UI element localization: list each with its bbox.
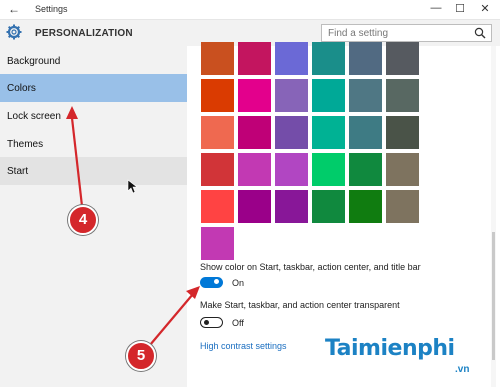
show-color-label: Show color on Start, taskbar, action cen… xyxy=(200,262,421,272)
color-swatch[interactable] xyxy=(312,190,345,223)
maximize-button[interactable]: ☐ xyxy=(452,2,468,15)
transparent-label: Make Start, taskbar, and action center t… xyxy=(200,300,400,310)
color-swatch[interactable] xyxy=(201,153,234,186)
watermark-logo: Taimienphi xyxy=(325,336,455,361)
title-bar: ← Settings — ☐ ✕ xyxy=(0,0,500,20)
color-swatch[interactable] xyxy=(275,190,308,223)
color-swatch[interactable] xyxy=(312,79,345,112)
search-placeholder: Find a setting xyxy=(328,28,389,39)
transparent-state: Off xyxy=(232,318,244,328)
sidebar-item-label: Start xyxy=(7,166,29,177)
sidebar-item-start[interactable]: Start xyxy=(0,157,187,185)
color-swatch[interactable] xyxy=(275,79,308,112)
color-swatch[interactable] xyxy=(349,190,382,223)
color-swatch[interactable] xyxy=(349,42,382,75)
search-icon xyxy=(474,27,486,39)
color-swatch[interactable] xyxy=(386,153,419,186)
sidebar-item-label: Themes xyxy=(7,139,44,150)
close-button[interactable]: ✕ xyxy=(477,2,493,15)
color-swatch[interactable] xyxy=(238,153,271,186)
color-swatch[interactable] xyxy=(312,42,345,75)
show-color-state: On xyxy=(232,278,245,288)
color-swatch[interactable] xyxy=(238,116,271,149)
page-title: PERSONALIZATION xyxy=(35,28,133,39)
color-swatch[interactable] xyxy=(386,42,419,75)
sidebar-item-colors[interactable]: Colors xyxy=(0,74,187,102)
transparent-toggle[interactable] xyxy=(200,317,223,328)
back-arrow-icon[interactable]: ← xyxy=(8,2,20,16)
color-swatch[interactable] xyxy=(201,190,234,223)
color-swatch[interactable] xyxy=(386,116,419,149)
window-title: Settings xyxy=(35,4,68,14)
color-swatch[interactable] xyxy=(238,79,271,112)
color-swatch[interactable] xyxy=(201,42,234,75)
color-swatch[interactable] xyxy=(386,79,419,112)
color-swatch[interactable] xyxy=(201,227,234,260)
annotation-badge-5: 5 xyxy=(126,341,156,371)
show-color-toggle[interactable] xyxy=(200,277,223,288)
annotation-badge-4: 4 xyxy=(68,205,98,235)
color-swatch[interactable] xyxy=(275,42,308,75)
color-swatch[interactable] xyxy=(349,116,382,149)
gear-icon xyxy=(6,24,22,40)
color-swatch[interactable] xyxy=(275,153,308,186)
color-swatch[interactable] xyxy=(312,116,345,149)
toggle-knob xyxy=(214,279,219,284)
color-swatch[interactable] xyxy=(238,42,271,75)
search-input[interactable]: Find a setting xyxy=(321,24,492,42)
color-swatch[interactable] xyxy=(275,116,308,149)
sidebar-item-lock-screen[interactable]: Lock screen xyxy=(0,102,187,130)
toggle-knob xyxy=(204,319,209,325)
sidebar-item-label: Background xyxy=(7,56,61,67)
watermark-suffix: .vn xyxy=(455,364,470,375)
sidebar-item-background[interactable]: Background xyxy=(0,47,187,75)
color-swatch[interactable] xyxy=(312,153,345,186)
scrollbar-thumb[interactable] xyxy=(492,232,495,360)
high-contrast-link[interactable]: High contrast settings xyxy=(200,341,287,351)
sidebar-item-label: Colors xyxy=(7,83,36,94)
color-swatch[interactable] xyxy=(386,190,419,223)
color-swatch[interactable] xyxy=(349,153,382,186)
color-swatch[interactable] xyxy=(238,190,271,223)
color-swatch[interactable] xyxy=(349,79,382,112)
minimize-button[interactable]: — xyxy=(428,2,444,14)
sidebar-item-label: Lock screen xyxy=(7,111,61,122)
color-swatch[interactable] xyxy=(201,116,234,149)
color-swatch[interactable] xyxy=(201,79,234,112)
sidebar-item-themes[interactable]: Themes xyxy=(0,130,187,158)
